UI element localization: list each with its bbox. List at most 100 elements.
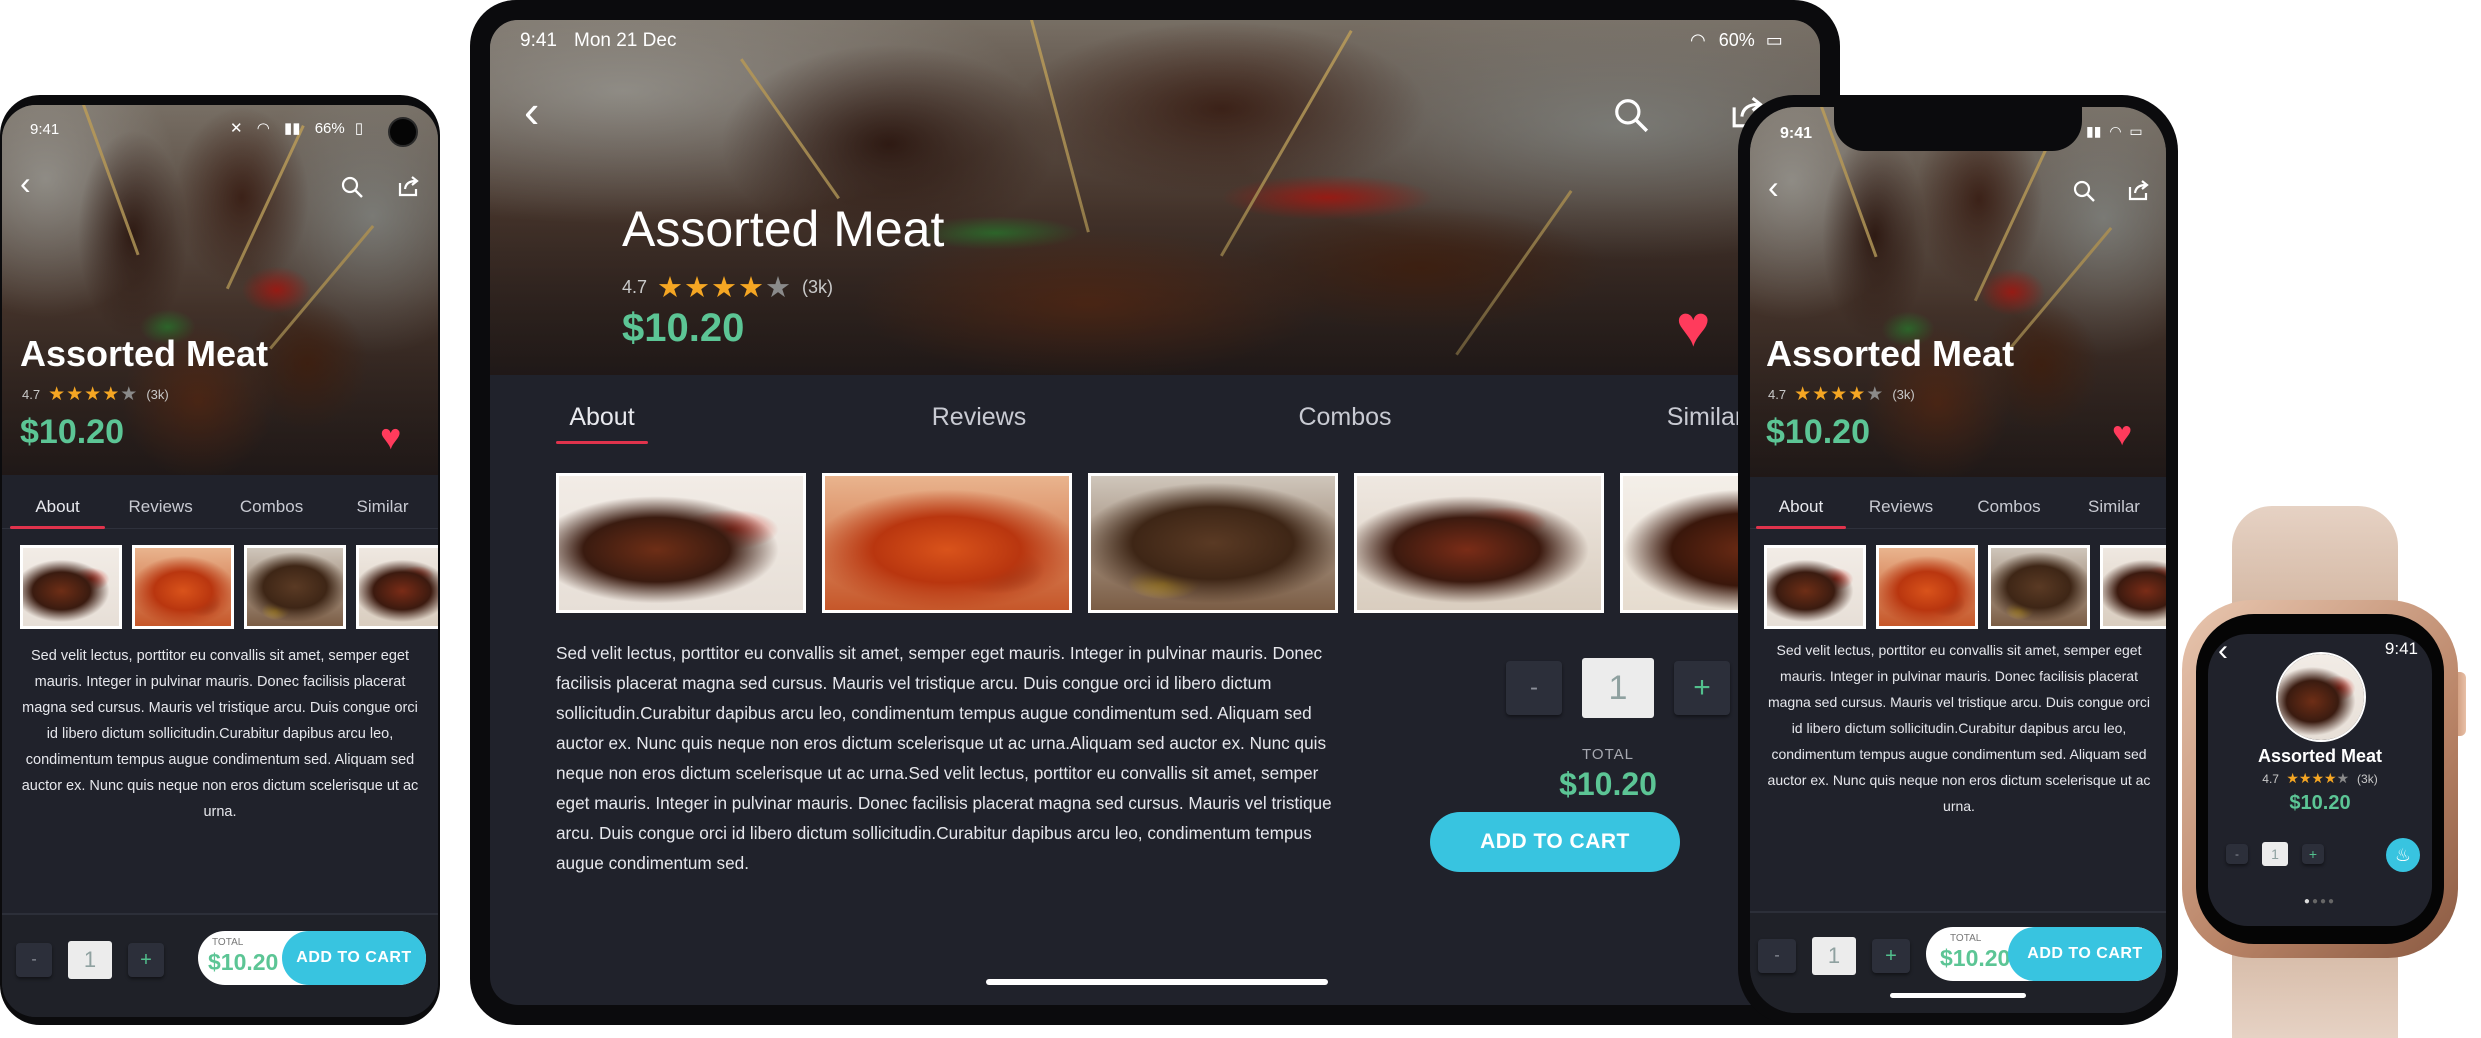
gallery-image[interactable] xyxy=(244,545,346,629)
star-icon: ★ xyxy=(66,384,85,405)
tab-about[interactable]: About xyxy=(10,497,106,529)
decrease-button[interactable]: - xyxy=(2226,844,2248,864)
watch-back-icon[interactable]: ‹ xyxy=(2218,634,2228,668)
tablet-status-date: Mon 21 Dec xyxy=(574,30,677,51)
review-count: (3k) xyxy=(1892,387,1915,402)
quantity-stepper: - 1 + xyxy=(16,941,164,979)
showcase-stage: 9:41 ✕ ◠ ▮▮ 66% ▯ ‹ Assorted Meat 4.7 ★★… xyxy=(0,0,2481,1038)
tab-label: Reviews xyxy=(128,496,193,516)
gallery-image[interactable] xyxy=(20,545,122,629)
back-chevron-icon[interactable]: ‹ xyxy=(524,84,539,138)
increase-button[interactable]: + xyxy=(128,943,164,977)
watch-band-top xyxy=(2232,506,2398,606)
stars: ★★★★★ xyxy=(657,270,792,305)
add-to-cart-button[interactable]: ADD TO CART xyxy=(1430,812,1680,872)
gallery-image[interactable] xyxy=(556,473,806,613)
tab-combos[interactable]: Combos xyxy=(1280,403,1410,432)
gallery-image[interactable] xyxy=(2100,545,2166,629)
watch-rating-row: 4.7 ★★★★★ (3k) xyxy=(2208,770,2432,787)
product-description: Sed velit lectus, porttitor eu convallis… xyxy=(1767,642,2151,814)
stars: ★★★★★ xyxy=(1794,383,1884,406)
decrease-button[interactable]: - xyxy=(1506,661,1562,715)
iphone-status-time: 9:41 xyxy=(1780,125,1813,142)
add-to-cart-button[interactable]: ADD TO CART xyxy=(282,931,426,985)
gallery-image[interactable] xyxy=(1988,545,2090,629)
tab-similar[interactable]: Similar xyxy=(2062,497,2166,517)
star-icon: ★ xyxy=(1830,384,1849,405)
quantity-value[interactable]: 1 xyxy=(2262,842,2288,866)
camera-hole xyxy=(388,117,418,147)
star-empty-icon: ★ xyxy=(2336,770,2350,786)
iphone-status-icons: ▮▮ ◠ ▭ xyxy=(2086,123,2143,140)
search-icon[interactable] xyxy=(2072,179,2096,203)
share-icon[interactable] xyxy=(2126,177,2152,203)
star-icon: ★ xyxy=(684,272,712,304)
heart-icon[interactable]: ♥ xyxy=(1676,298,1710,356)
tab-combos[interactable]: Combos xyxy=(216,497,327,517)
product-title: Assorted Meat xyxy=(622,201,945,257)
product-price: $10.20 xyxy=(622,306,745,350)
tab-label: Combos xyxy=(1298,402,1392,431)
decrease-button[interactable]: - xyxy=(16,943,52,977)
quantity-value[interactable]: 1 xyxy=(68,941,112,979)
tablet-device: 9:41 Mon 21 Dec ◠ 60% ▭ ‹ Assorted Meat … xyxy=(470,0,1840,1025)
heart-icon[interactable]: ♥ xyxy=(2112,417,2132,451)
star-icon: ★ xyxy=(2286,770,2299,786)
rating-value: 4.7 xyxy=(22,387,41,402)
iphone-screen: 9:41 ▮▮ ◠ ▭ ‹ Assorted Meat 4.7 ★★★★★ (3… xyxy=(1750,107,2166,1013)
gallery-image[interactable] xyxy=(1876,545,1978,629)
decrease-button[interactable]: - xyxy=(1758,939,1796,973)
quantity-value[interactable]: 1 xyxy=(1582,658,1654,718)
share-icon[interactable] xyxy=(396,173,422,199)
tab-similar[interactable]: Similar xyxy=(327,497,438,517)
increase-button[interactable]: + xyxy=(1674,661,1730,715)
tab-reviews[interactable]: Reviews xyxy=(105,497,216,517)
star-empty-icon: ★ xyxy=(765,272,793,304)
gallery-image[interactable] xyxy=(1088,473,1338,613)
total-label: TOTAL xyxy=(1582,746,1634,763)
chef-hat-icon[interactable]: ♨ xyxy=(2386,838,2420,872)
tab-about[interactable]: About xyxy=(556,403,648,444)
increase-button[interactable]: + xyxy=(2302,844,2324,864)
gallery-image[interactable] xyxy=(1354,473,1604,613)
gallery-image[interactable] xyxy=(1764,545,1866,629)
stars: ★★★★★ xyxy=(2286,770,2353,786)
tab-reviews[interactable]: Reviews xyxy=(1846,497,1956,517)
product-title: Assorted Meat xyxy=(1766,333,2015,374)
rating-value: 4.7 xyxy=(1768,387,1787,402)
search-icon[interactable] xyxy=(1612,96,1650,134)
tab-reviews[interactable]: Reviews xyxy=(914,403,1044,432)
add-to-cart-button[interactable]: ADD TO CART xyxy=(2008,927,2162,981)
total-label: TOTAL xyxy=(212,937,244,948)
gallery-image[interactable] xyxy=(822,473,1072,613)
battery-icon: ▭ xyxy=(2129,123,2143,139)
home-indicator[interactable] xyxy=(986,979,1328,985)
rating-row: 4.7 ★★★★★ (3k) xyxy=(1768,383,1915,406)
mute-icon: ✕ xyxy=(230,120,243,137)
increase-button[interactable]: + xyxy=(1872,939,1910,973)
search-icon[interactable] xyxy=(340,175,364,199)
rating-value: 4.7 xyxy=(622,277,648,297)
home-indicator[interactable] xyxy=(1890,993,2026,998)
tab-combos[interactable]: Combos xyxy=(1956,497,2062,517)
heart-icon[interactable]: ♥ xyxy=(380,419,401,455)
tab-label: Reviews xyxy=(931,402,1027,431)
tab-bar: About Reviews Combos Similar xyxy=(2,485,438,529)
total-value: $10.20 xyxy=(1559,766,1657,802)
quantity-value[interactable]: 1 xyxy=(1812,937,1856,975)
back-chevron-icon[interactable]: ‹ xyxy=(1768,169,1779,206)
gallery-image[interactable] xyxy=(132,545,234,629)
tab-label: Similar xyxy=(2088,496,2140,516)
product-price: $10.20 xyxy=(1766,413,1870,451)
star-icon: ★ xyxy=(1848,384,1867,405)
star-icon: ★ xyxy=(84,384,103,405)
total-value: $10.20 xyxy=(208,949,279,975)
product-price: $10.20 xyxy=(20,413,124,451)
tab-about[interactable]: About xyxy=(1756,497,1846,529)
active-tab-underline xyxy=(10,525,106,529)
star-empty-icon: ★ xyxy=(120,384,139,405)
back-chevron-icon[interactable]: ‹ xyxy=(20,165,31,202)
quantity-stepper: - 1 + xyxy=(1506,658,1730,718)
gallery-image[interactable] xyxy=(356,545,438,629)
star-icon: ★ xyxy=(711,272,739,304)
